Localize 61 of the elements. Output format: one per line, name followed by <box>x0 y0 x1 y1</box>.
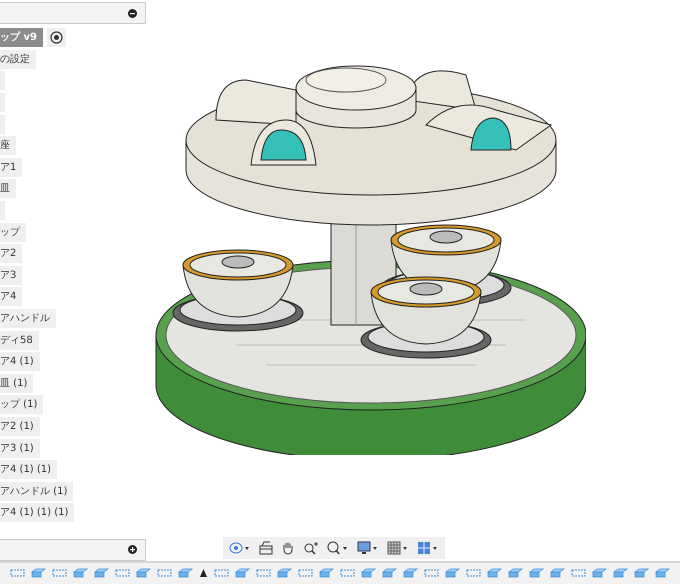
extrude-icon[interactable] <box>31 568 46 578</box>
sketch-icon[interactable] <box>214 568 229 578</box>
tree-item[interactable]: 皿 <box>0 179 16 198</box>
extrude-icon[interactable] <box>550 568 565 578</box>
extrude-icon[interactable] <box>94 568 109 578</box>
tree-item[interactable]: の設定 <box>0 50 36 69</box>
tree-item[interactable]: ア4 (1) (1) (1) <box>0 503 74 522</box>
tree-item[interactable]: ア2 <box>0 244 22 264</box>
grid-icon[interactable] <box>387 540 409 555</box>
radio-icon[interactable] <box>46 28 66 48</box>
extrude-icon[interactable] <box>487 568 502 578</box>
extrude-icon[interactable] <box>277 568 292 578</box>
sketch-icon[interactable] <box>256 568 271 578</box>
zoom-icon[interactable] <box>303 540 319 555</box>
orbit-icon[interactable] <box>229 540 251 555</box>
extrude-icon[interactable] <box>508 568 523 578</box>
extrude-icon[interactable] <box>361 568 376 578</box>
sketch-icon[interactable] <box>115 568 130 578</box>
extrude-icon[interactable] <box>136 568 151 578</box>
tree-item[interactable]: 座 <box>0 136 16 156</box>
tree-item[interactable]: ップ (1) <box>0 395 44 414</box>
tree-item[interactable]: ップ <box>0 222 26 242</box>
tree-item[interactable]: ア4 <box>0 287 22 306</box>
tree-item[interactable]: アハンドル (1) <box>0 482 74 501</box>
sketch-icon[interactable] <box>340 568 355 578</box>
tree-item[interactable]: ア3 (1) <box>0 438 40 458</box>
extrude-icon[interactable] <box>445 568 460 578</box>
extrude-icon[interactable] <box>382 568 397 578</box>
pan-hand-icon[interactable] <box>281 540 295 555</box>
sketch-icon[interactable] <box>466 568 481 578</box>
tree-item[interactable]: ア3 <box>0 266 22 285</box>
extrude-icon[interactable] <box>319 568 334 578</box>
tree-item[interactable]: 皿 (1) <box>0 374 34 393</box>
expand-icon[interactable] <box>128 545 137 554</box>
extrude-icon[interactable] <box>592 568 607 578</box>
marker-icon[interactable] <box>199 568 208 578</box>
extrude-icon[interactable] <box>403 568 418 578</box>
tree-item[interactable]: ア2 (1) <box>0 416 40 436</box>
extrude-icon[interactable] <box>529 568 544 578</box>
sketch-icon[interactable] <box>571 568 586 578</box>
display-icon[interactable] <box>357 540 379 555</box>
extrude-icon[interactable] <box>634 568 649 578</box>
sketch-icon[interactable] <box>424 568 439 578</box>
tree-item[interactable]: アハンドル <box>0 309 56 328</box>
tree-item[interactable]: ア4 (1) <box>0 352 40 372</box>
extrude-icon[interactable] <box>178 568 193 578</box>
sketch-icon[interactable] <box>157 568 172 578</box>
tree-item[interactable]: ア4 (1) (1) <box>0 460 58 480</box>
collapse-icon[interactable] <box>128 8 137 18</box>
zoom-window-icon[interactable] <box>327 540 349 555</box>
sketch-icon[interactable] <box>10 568 25 578</box>
viewports-icon[interactable] <box>417 540 439 555</box>
sketch-icon[interactable] <box>298 568 313 578</box>
extrude-icon[interactable] <box>655 568 670 578</box>
extrude-icon[interactable] <box>73 568 88 578</box>
sketch-icon[interactable] <box>52 568 67 578</box>
tree-item[interactable]: ア1 <box>0 158 22 177</box>
camera-icon[interactable] <box>259 540 273 555</box>
extrude-icon[interactable] <box>613 568 628 578</box>
extrude-icon[interactable] <box>235 568 250 578</box>
tree-item[interactable]: ディ58 <box>0 330 39 350</box>
